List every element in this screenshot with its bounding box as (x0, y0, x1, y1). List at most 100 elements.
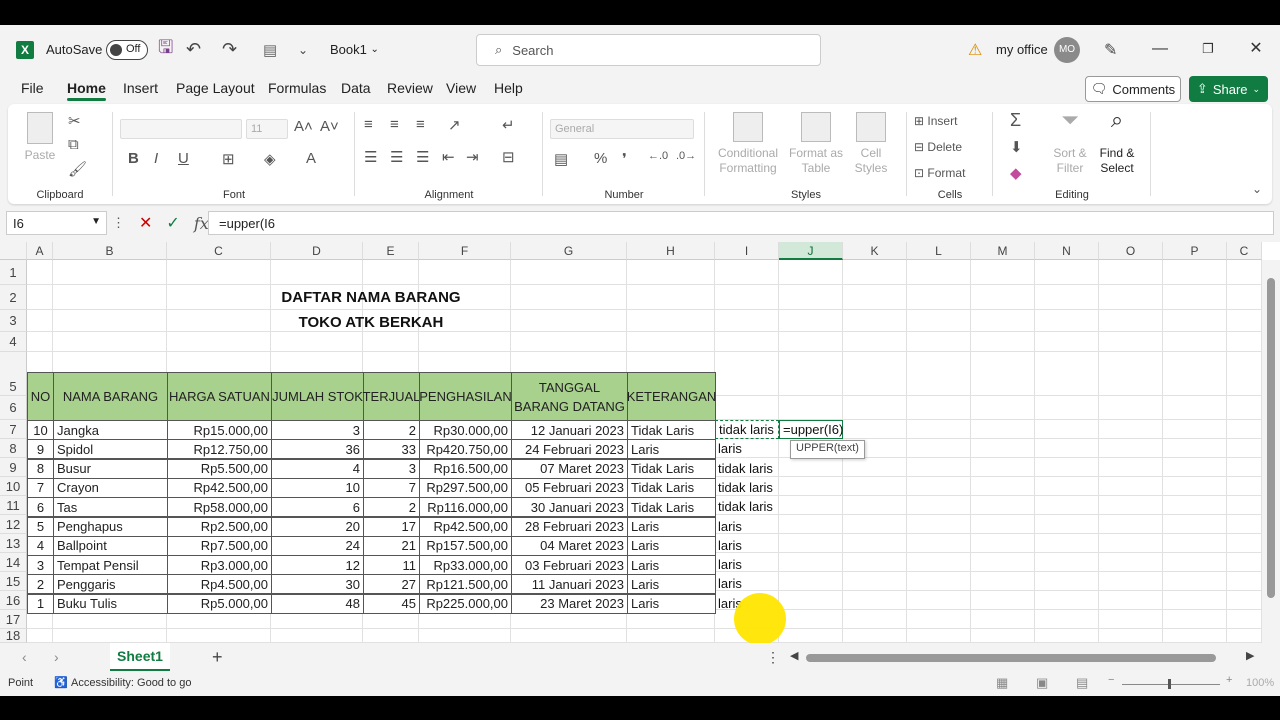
font-color-icon[interactable]: A (306, 150, 316, 167)
row-header[interactable]: 1 (0, 260, 27, 285)
table-cell[interactable]: 07 Maret 2023 (511, 458, 628, 479)
table-cell[interactable]: Rp42.500,00 (167, 477, 272, 498)
column-header[interactable]: I (715, 242, 779, 260)
table-cell[interactable]: 1 (27, 593, 54, 614)
table-cell[interactable]: Laris (627, 555, 716, 576)
table-cell[interactable]: Rp225.000,00 (419, 593, 512, 614)
table-cell[interactable]: Rp5.000,00 (167, 593, 272, 614)
collapse-ribbon-icon[interactable]: ⌄ (1252, 182, 1262, 196)
column-header[interactable]: H (627, 242, 715, 260)
sheet-tab[interactable]: Sheet1 (110, 643, 170, 671)
table-cell[interactable]: 10 (271, 477, 364, 498)
table-cell[interactable]: 48 (271, 593, 364, 614)
table-cell[interactable]: 7 (363, 477, 420, 498)
save-icon[interactable]: 🖫 (158, 25, 173, 74)
column-header[interactable]: J (779, 242, 843, 260)
table-cell[interactable]: Rp7.500,00 (167, 535, 272, 556)
merge-center-icon[interactable]: ⊟ (502, 148, 515, 166)
table-cell[interactable]: 6 (27, 497, 54, 518)
row-header[interactable]: 7 (0, 420, 27, 439)
sheet-title[interactable]: DAFTAR NAMA BARANG (27, 287, 715, 307)
cell-i-value[interactable]: tidak laris (715, 497, 776, 516)
table-cell[interactable]: Ballpoint (53, 535, 168, 556)
enter-icon[interactable]: ✓ (166, 213, 179, 233)
borders-icon[interactable]: ⊞ (222, 150, 235, 168)
customize-toolbar-icon[interactable]: ⌄ (298, 25, 308, 74)
table-cell[interactable]: 12 (271, 555, 364, 576)
scroll-left-icon[interactable]: ◀ (790, 649, 798, 662)
table-cell[interactable]: 30 (271, 574, 364, 595)
table-cell[interactable]: 11 (363, 555, 420, 576)
insert-button[interactable]: ⊞ Insert (914, 114, 957, 128)
align-bottom-icon[interactable]: ≡ (416, 116, 425, 133)
table-cell[interactable]: Crayon (53, 477, 168, 498)
cell-styles-button[interactable]: Cell Styles (848, 112, 894, 176)
table-cell[interactable]: Penghapus (53, 516, 168, 537)
orientation-icon[interactable]: ↗ (448, 116, 461, 134)
fill-icon[interactable]: ⬇ (1010, 138, 1023, 156)
column-header[interactable]: A (27, 242, 53, 260)
zoom-in-icon[interactable]: + (1226, 674, 1232, 686)
cancel-icon[interactable]: ✕ (139, 213, 152, 233)
tab-formulas[interactable]: Formulas (268, 80, 326, 96)
table-cell[interactable]: Rp157.500,00 (419, 535, 512, 556)
bold-icon[interactable]: B (128, 150, 139, 167)
close-icon[interactable]: ✕ (1244, 37, 1268, 61)
align-right-icon[interactable]: ☰ (416, 148, 429, 166)
table-cell[interactable]: Tidak Laris (627, 458, 716, 479)
row-header[interactable]: 8 (0, 439, 27, 458)
table-cell[interactable]: 8 (27, 458, 54, 479)
row-header[interactable]: 4 (0, 332, 27, 352)
column-header[interactable]: G (511, 242, 627, 260)
decrease-decimal-icon[interactable]: .0→ (676, 150, 696, 162)
cell-i-value[interactable]: laris (715, 574, 745, 593)
horizontal-scroll-thumb[interactable] (806, 654, 1216, 662)
insert-function-icon[interactable]: fx (194, 214, 209, 233)
table-cell[interactable]: Jangka (53, 420, 168, 440)
table-cell[interactable]: Rp42.500,00 (419, 516, 512, 537)
column-header[interactable]: M (971, 242, 1035, 260)
table-cell[interactable]: Busur (53, 458, 168, 479)
table-cell[interactable]: 36 (271, 439, 364, 460)
zoom-level[interactable]: 100% (1246, 677, 1274, 689)
table-cell[interactable]: Laris (627, 593, 716, 614)
number-format-box[interactable]: General (550, 119, 694, 139)
cell-i6[interactable]: tidak laris (715, 420, 779, 439)
autosave-toggle[interactable]: Off (106, 39, 148, 60)
cell-i-value[interactable]: tidak laris (715, 478, 776, 497)
column-header[interactable]: F (419, 242, 511, 260)
table-cell[interactable]: 24 (271, 535, 364, 556)
row-header[interactable]: 18 (0, 629, 27, 643)
row-header[interactable]: 9 (0, 458, 27, 477)
vertical-scrollbar[interactable] (1262, 260, 1280, 643)
format-as-table-button[interactable]: Format as Table (788, 112, 844, 176)
tab-review[interactable]: Review (387, 80, 433, 96)
italic-icon[interactable]: I (154, 150, 158, 167)
table-cell[interactable]: Rp16.500,00 (419, 458, 512, 479)
table-cell[interactable]: 23 Maret 2023 (511, 593, 628, 614)
zoom-out-icon[interactable]: − (1108, 674, 1114, 686)
warning-icon[interactable]: ⚠ (968, 25, 982, 74)
column-header[interactable]: K (843, 242, 907, 260)
table-cell[interactable]: Rp121.500,00 (419, 574, 512, 595)
tab-page-layout[interactable]: Page Layout (176, 80, 255, 96)
table-cell[interactable]: 9 (27, 439, 54, 460)
increase-decimal-icon[interactable]: ←.0 (648, 150, 668, 162)
row-header[interactable]: 5 (0, 352, 27, 396)
formula-input[interactable]: =upper(I6 (208, 211, 1274, 235)
align-top-icon[interactable]: ≡ (364, 116, 373, 133)
avatar[interactable]: MO (1054, 36, 1080, 63)
table-cell[interactable]: Rp30.000,00 (419, 420, 512, 440)
table-cell[interactable]: 30 Januari 2023 (511, 497, 628, 518)
table-cell[interactable]: Tidak Laris (627, 477, 716, 498)
format-button[interactable]: ⊡ Format (914, 166, 965, 180)
print-preview-icon[interactable]: ▤ (263, 25, 277, 74)
restore-icon[interactable]: ❐ (1196, 37, 1220, 61)
table-cell[interactable]: 7 (27, 477, 54, 498)
table-cell[interactable]: Tas (53, 497, 168, 518)
conditional-formatting-button[interactable]: Conditional Formatting (712, 112, 784, 176)
table-cell[interactable]: 24 Februari 2023 (511, 439, 628, 460)
comma-style-icon[interactable]: ❜ (622, 150, 627, 168)
zoom-slider-thumb[interactable] (1168, 679, 1171, 689)
copy-icon[interactable]: ⧉ (68, 136, 79, 153)
